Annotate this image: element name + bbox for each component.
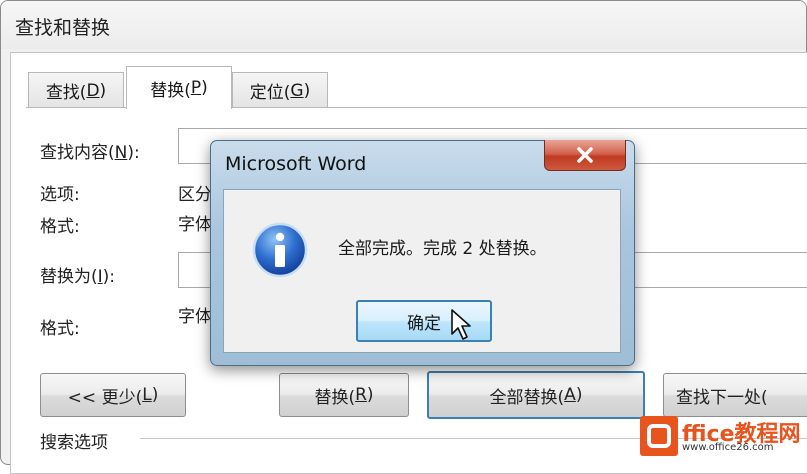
tab-find-key: D bbox=[86, 80, 100, 101]
tab-find-suffix: ) bbox=[99, 80, 107, 101]
tab-replace-key: P bbox=[190, 78, 202, 98]
tab-find-label: 查找( bbox=[45, 83, 87, 103]
tab-goto-label: 定位( bbox=[249, 83, 291, 103]
mouse-cursor-icon bbox=[451, 309, 471, 340]
replace-all-button-suffix: ) bbox=[575, 385, 583, 405]
ok-button-label: 确定 bbox=[407, 313, 441, 334]
find-next-button[interactable]: 查找下一处( bbox=[663, 373, 807, 417]
tab-replace-label: 替换( bbox=[150, 80, 191, 101]
options-label: 选项: bbox=[40, 185, 80, 205]
message-text: 全部完成。完成 2 处替换。 bbox=[338, 239, 547, 259]
search-options-label: 搜索选项 bbox=[40, 433, 108, 453]
message-box-body: 全部完成。完成 2 处替换。 确定 bbox=[223, 189, 621, 353]
find-what-label: 查找内容(N): bbox=[40, 138, 140, 163]
find-what-suffix: ): bbox=[127, 143, 140, 163]
less-button-key: L bbox=[142, 385, 152, 405]
replace-all-button[interactable]: 全部替换(A) bbox=[427, 371, 645, 419]
format-value-find: 字体 bbox=[178, 215, 212, 235]
tab-replace[interactable]: 替换(P) bbox=[126, 66, 232, 109]
replace-with-suffix: ): bbox=[102, 267, 116, 287]
tab-replace-suffix: ) bbox=[201, 78, 208, 98]
replace-button-label: 替换( bbox=[314, 387, 356, 408]
replace-all-button-key: A bbox=[564, 385, 576, 405]
find-what-key: N bbox=[114, 143, 128, 163]
find-next-button-label: 查找下一处( bbox=[676, 387, 768, 408]
less-button-suffix: ) bbox=[151, 385, 159, 405]
dialog-title: 查找和替换 bbox=[15, 17, 111, 39]
format-label-find: 格式: bbox=[40, 217, 80, 237]
office-logo-shape bbox=[647, 424, 671, 448]
format-value-replace: 字体 bbox=[178, 307, 212, 327]
format-label-replace: 格式: bbox=[40, 319, 80, 339]
tab-find[interactable]: 查找(D) bbox=[28, 72, 124, 108]
less-button-label: << 更少( bbox=[67, 387, 143, 408]
dialog-titlebar: 查找和替换 bbox=[1, 1, 806, 49]
less-button[interactable]: << 更少(L) bbox=[40, 373, 186, 417]
close-button[interactable] bbox=[544, 140, 626, 171]
options-value: 区分 bbox=[178, 185, 212, 205]
office-logo-icon bbox=[640, 416, 678, 456]
replace-button-suffix: ) bbox=[366, 385, 374, 405]
tab-goto-suffix: ) bbox=[303, 80, 311, 101]
message-box-title: Microsoft Word bbox=[225, 153, 367, 175]
find-what-text: 查找内容( bbox=[40, 143, 115, 163]
info-icon bbox=[252, 222, 308, 278]
tab-goto[interactable]: 定位(G) bbox=[232, 72, 328, 108]
replace-button[interactable]: 替换(R) bbox=[279, 373, 409, 417]
watermark: ffice教程网 www.office26.com bbox=[640, 412, 807, 460]
replace-with-text: 替换为( bbox=[40, 267, 98, 287]
message-box: Microsoft Word 全部完成。完成 2 处替换。 确定 bbox=[210, 140, 635, 366]
replace-button-key: R bbox=[355, 385, 367, 405]
watermark-url: www.office26.com bbox=[682, 442, 774, 453]
tab-goto-key: G bbox=[290, 80, 304, 101]
close-icon bbox=[577, 147, 593, 163]
replace-with-label: 替换为(I): bbox=[40, 262, 115, 287]
replace-all-button-label: 全部替换( bbox=[489, 387, 565, 408]
